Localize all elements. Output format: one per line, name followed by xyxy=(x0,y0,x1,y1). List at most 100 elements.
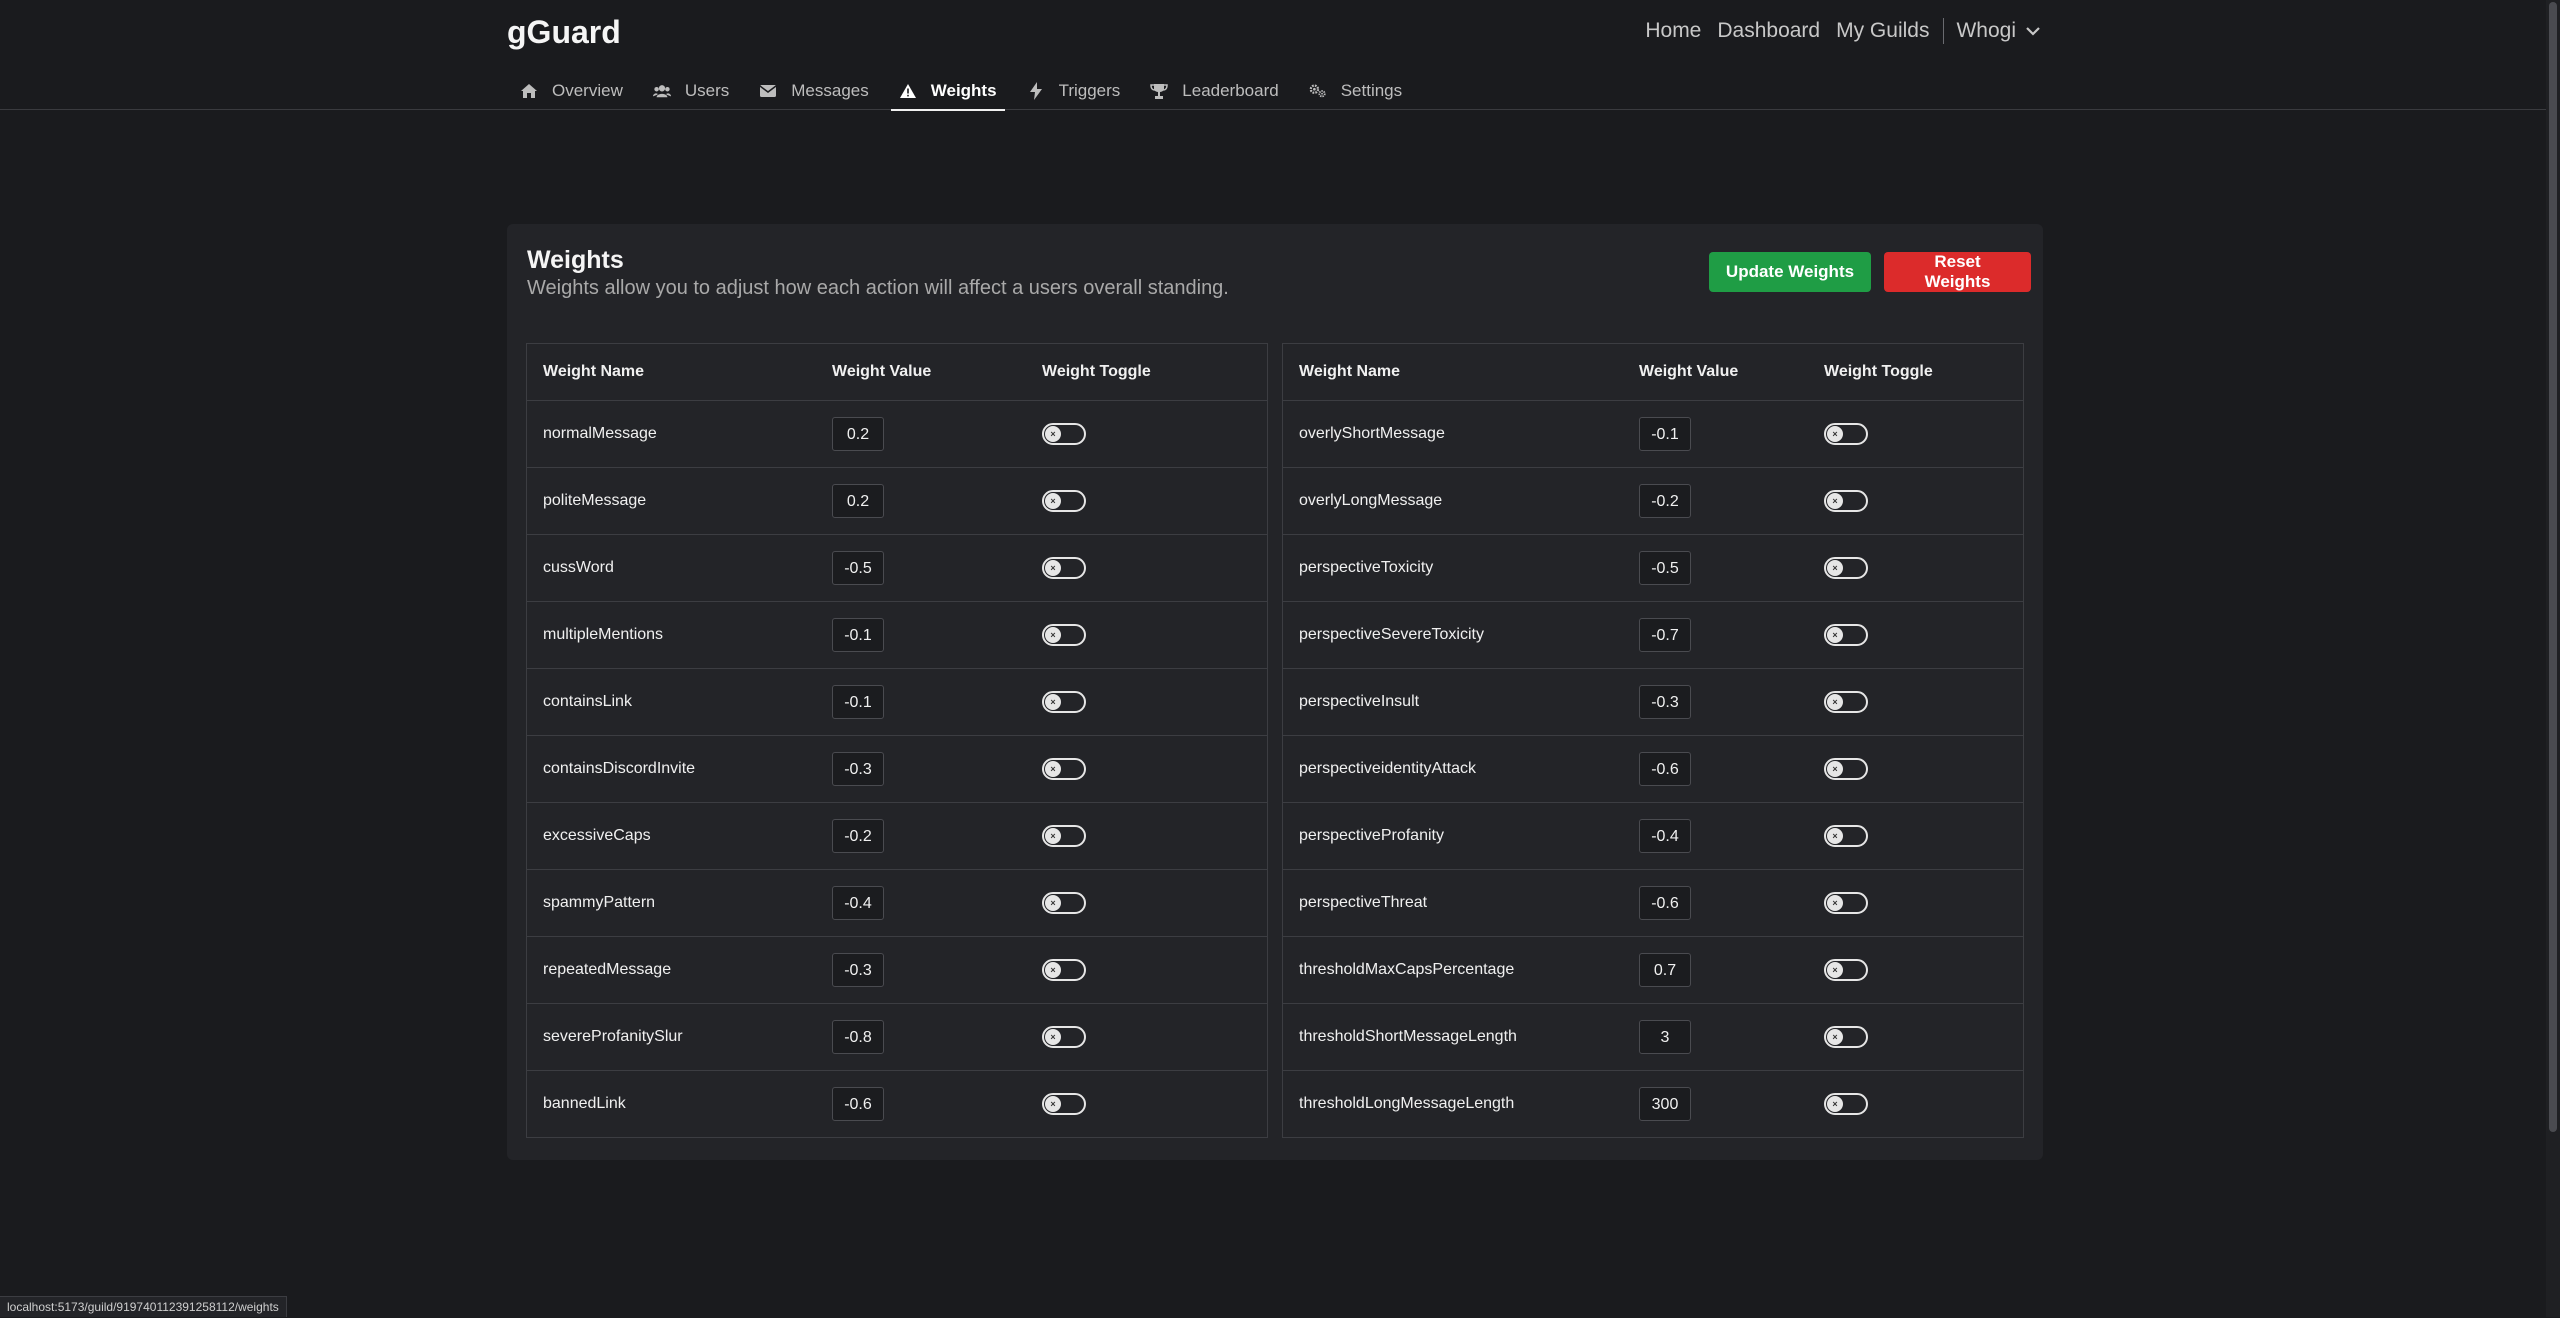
weight-value-input[interactable]: -0.3 xyxy=(1639,685,1691,719)
weight-toggle-switch[interactable]: × xyxy=(1042,959,1086,981)
weight-value-cell: -0.6 xyxy=(1639,752,1824,786)
update-weights-button[interactable]: Update Weights xyxy=(1709,252,1871,292)
weight-toggle-switch[interactable]: × xyxy=(1824,490,1868,512)
tab-overview-label: Overview xyxy=(552,81,623,100)
trophy-icon xyxy=(1150,82,1169,100)
nav-my-guilds-link[interactable]: My Guilds xyxy=(1836,19,1929,43)
weight-toggle-switch[interactable]: × xyxy=(1824,959,1868,981)
toggle-off-x-icon: × xyxy=(1827,426,1843,442)
table-row: perspectiveidentityAttack -0.6 × xyxy=(1283,735,2023,802)
weight-name: containsLink xyxy=(543,693,632,710)
weight-toggle-switch[interactable]: × xyxy=(1042,892,1086,914)
weight-name: perspectiveThreat xyxy=(1299,894,1428,911)
scrollbar-thumb[interactable] xyxy=(2549,2,2557,1132)
weight-value-input[interactable]: 0.2 xyxy=(832,417,884,451)
weight-toggle-switch[interactable]: × xyxy=(1042,423,1086,445)
tab-triggers[interactable]: Triggers xyxy=(1019,72,1129,110)
tab-overview[interactable]: Overview xyxy=(512,72,631,110)
weight-toggle-switch[interactable]: × xyxy=(1824,1093,1868,1115)
weight-toggle-switch[interactable]: × xyxy=(1824,423,1868,445)
weight-toggle-switch[interactable]: × xyxy=(1042,758,1086,780)
weight-value-input[interactable]: 300 xyxy=(1639,1087,1691,1121)
reset-weights-button[interactable]: Reset Weights xyxy=(1884,252,2031,292)
tab-leaderboard[interactable]: Leaderboard xyxy=(1142,72,1286,110)
table-row: perspectiveToxicity -0.5 × xyxy=(1283,534,2023,601)
table-row: containsDiscordInvite -0.3 × xyxy=(527,735,1267,802)
brand-logo[interactable]: gGuard xyxy=(507,14,621,51)
tab-settings[interactable]: Settings xyxy=(1301,72,1410,110)
weight-toggle-cell: × xyxy=(1824,624,1868,646)
weight-value-input[interactable]: -0.4 xyxy=(1639,819,1691,853)
weight-value-input[interactable]: 3 xyxy=(1639,1020,1691,1054)
weight-toggle-switch[interactable]: × xyxy=(1042,1026,1086,1048)
toggle-off-x-icon: × xyxy=(1827,1029,1843,1045)
weight-toggle-switch[interactable]: × xyxy=(1824,825,1868,847)
toggle-off-x-icon: × xyxy=(1827,560,1843,576)
weight-value-cell: 0.7 xyxy=(1639,953,1824,987)
toggle-off-x-icon: × xyxy=(1827,493,1843,509)
weight-toggle-switch[interactable]: × xyxy=(1824,892,1868,914)
user-menu[interactable]: Whogi xyxy=(1956,19,2040,43)
toggle-off-x-icon: × xyxy=(1827,627,1843,643)
weight-value-input[interactable]: -0.1 xyxy=(832,685,884,719)
weight-value-input[interactable]: 0.2 xyxy=(832,484,884,518)
page-scrollbar[interactable] xyxy=(2546,0,2560,1317)
weight-value-input[interactable]: -0.1 xyxy=(1639,417,1691,451)
warning-icon xyxy=(899,82,917,100)
nav-home-link[interactable]: Home xyxy=(1645,19,1701,43)
weight-toggle-cell: × xyxy=(1824,1093,1868,1115)
weight-value-input[interactable]: -0.7 xyxy=(1639,618,1691,652)
table-row: spammyPattern -0.4 × xyxy=(527,869,1267,936)
weight-toggle-switch[interactable]: × xyxy=(1042,1093,1086,1115)
toggle-off-x-icon: × xyxy=(1045,895,1061,911)
weight-value-input[interactable]: -0.5 xyxy=(1639,551,1691,585)
weight-toggle-cell: × xyxy=(1824,557,1868,579)
weight-value-input[interactable]: -0.2 xyxy=(1639,484,1691,518)
weight-toggle-switch[interactable]: × xyxy=(1824,624,1868,646)
column-header-value: Weight Value xyxy=(1639,363,1739,380)
weight-toggle-switch[interactable]: × xyxy=(1824,557,1868,579)
weight-value-input[interactable]: -0.5 xyxy=(832,551,884,585)
weight-value-input[interactable]: -0.3 xyxy=(832,752,884,786)
nav-dashboard-link[interactable]: Dashboard xyxy=(1717,19,1820,43)
weight-toggle-switch[interactable]: × xyxy=(1042,825,1086,847)
tab-leaderboard-label: Leaderboard xyxy=(1182,81,1279,100)
weight-toggle-cell: × xyxy=(1042,624,1086,646)
weight-name: perspectiveInsult xyxy=(1299,693,1420,710)
table-row: excessiveCaps -0.2 × xyxy=(527,802,1267,869)
weight-toggle-cell: × xyxy=(1042,1093,1086,1115)
weight-toggle-switch[interactable]: × xyxy=(1824,758,1868,780)
column-header-toggle: Weight Toggle xyxy=(1042,363,1151,380)
weight-value-input[interactable]: -0.2 xyxy=(832,819,884,853)
table-row: containsLink -0.1 × xyxy=(527,668,1267,735)
weight-toggle-switch[interactable]: × xyxy=(1042,691,1086,713)
tab-messages[interactable]: Messages xyxy=(751,72,876,110)
weight-toggle-cell: × xyxy=(1042,490,1086,512)
tab-users[interactable]: Users xyxy=(645,72,737,110)
table-row: multipleMentions -0.1 × xyxy=(527,601,1267,668)
table-header: Weight Name Weight Value Weight Toggle xyxy=(527,344,1267,400)
home-icon xyxy=(520,82,538,100)
weight-value-input[interactable]: -0.3 xyxy=(832,953,884,987)
weight-value-input[interactable]: 0.7 xyxy=(1639,953,1691,987)
weight-toggle-switch[interactable]: × xyxy=(1824,1026,1868,1048)
weight-value-input[interactable]: -0.6 xyxy=(1639,752,1691,786)
toggle-off-x-icon: × xyxy=(1045,962,1061,978)
bolt-icon xyxy=(1027,82,1045,100)
weight-value-input[interactable]: -0.6 xyxy=(1639,886,1691,920)
tab-weights[interactable]: Weights xyxy=(890,72,1005,111)
weight-toggle-switch[interactable]: × xyxy=(1042,557,1086,579)
tab-users-label: Users xyxy=(684,81,730,100)
weight-value-input[interactable]: -0.4 xyxy=(832,886,884,920)
weight-value-input[interactable]: -0.6 xyxy=(832,1087,884,1121)
weight-value-input[interactable]: -0.8 xyxy=(832,1020,884,1054)
weight-name: normalMessage xyxy=(543,425,657,442)
weight-toggle-switch[interactable]: × xyxy=(1824,691,1868,713)
weight-toggle-switch[interactable]: × xyxy=(1042,624,1086,646)
weight-toggle-switch[interactable]: × xyxy=(1042,490,1086,512)
weight-value-input[interactable]: -0.1 xyxy=(832,618,884,652)
weight-value-cell: -0.1 xyxy=(832,685,1042,719)
weight-name: politeMessage xyxy=(543,492,647,509)
chevron-down-icon xyxy=(2026,27,2040,36)
toggle-off-x-icon: × xyxy=(1827,895,1843,911)
